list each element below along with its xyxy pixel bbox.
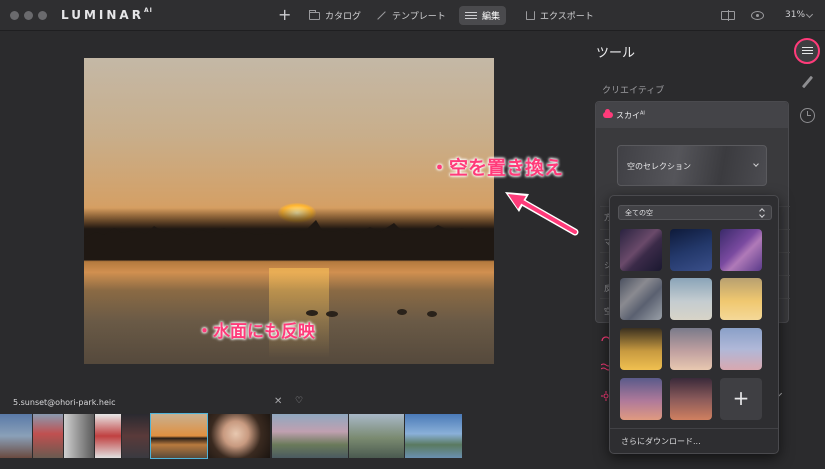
sky-selection-dropdown[interactable]: 空のセレクション [617,145,767,186]
filmstrip-thumbnail[interactable] [122,414,149,458]
sky-thumbnail[interactable] [670,378,712,420]
tab-edit-label: 編集 [482,12,501,22]
chevron-down-icon[interactable] [805,10,814,19]
app-logo: LUMINARAI [61,7,153,22]
sky-selection-label: 空のセレクション [627,162,691,171]
add-custom-sky-button[interactable]: + [720,378,762,420]
filmstrip-thumbnail[interactable] [208,414,270,458]
panel-title: ツール [596,46,636,61]
tab-templates[interactable]: テンプレート [370,6,452,25]
minimize-window-button[interactable] [24,11,33,20]
tab-export[interactable]: エクスポート [520,6,600,25]
folder-icon [309,9,320,20]
arrow-icon [505,192,579,236]
updown-chevron-icon [759,208,766,217]
filmstrip-thumbnail[interactable] [95,414,121,458]
cloud-icon [603,109,613,118]
sky-thumbnail[interactable] [620,229,662,271]
eye-icon[interactable] [751,11,764,20]
zoom-level[interactable]: 31% [785,10,805,20]
filmstrip-thumbnail[interactable] [349,414,404,458]
sky-selection-popup: 全ての空 + さらにダウンロード... [609,195,779,454]
filmstrip-thumbnail[interactable] [64,414,94,458]
maximize-window-button[interactable] [38,11,47,20]
sky-thumbnail[interactable] [670,278,712,320]
sky-thumbnail[interactable] [620,378,662,420]
favorite-button[interactable]: ♡ [295,396,303,406]
reject-button[interactable]: ✕ [274,396,282,407]
brush-icon[interactable] [800,75,814,89]
filmstrip-thumbnail[interactable] [33,414,63,458]
water-reflection-caption: ・水面にも反映 [196,322,315,342]
sky-tool-title: スカイAI [616,110,645,120]
filmstrip-thumbnail[interactable] [272,414,348,458]
add-photos-button[interactable]: + [278,5,291,24]
compare-icon[interactable] [721,10,735,21]
sky-thumbnail[interactable] [620,328,662,370]
divider [610,428,778,429]
adjust-tools-button[interactable] [794,38,820,64]
tab-catalog[interactable]: カタログ [303,6,367,25]
sky-category-select[interactable]: 全ての空 [618,205,772,220]
history-clock-icon[interactable] [800,108,815,123]
export-icon [526,11,535,20]
sky-category-label: 全ての空 [625,209,653,217]
sky-thumbnail[interactable] [670,229,712,271]
download-more-skies-link[interactable]: さらにダウンロード... [621,436,701,447]
section-label-creative: クリエイティブ [602,86,665,96]
chevron-down-icon [753,161,759,167]
filmstrip-thumbnail[interactable] [0,414,32,458]
top-bar: LUMINARAI + カタログ テンプレート 編集 エクスポート 31% [0,0,825,31]
tab-templates-label: テンプレート [392,12,446,22]
sky-thumbnail[interactable] [720,229,762,271]
tab-catalog-label: カタログ [325,12,362,22]
sky-thumbnail[interactable] [670,328,712,370]
current-filename: 5.sunset@ohori-park.heic [13,398,116,407]
sliders-icon [465,11,477,20]
tab-edit[interactable]: 編集 [459,6,507,25]
sky-tool-header[interactable]: スカイAI [596,102,788,128]
sky-thumbnail[interactable] [720,278,762,320]
magic-wand-icon [376,10,387,21]
treeline-silhouette [84,208,494,260]
close-window-button[interactable] [10,11,19,20]
filmstrip-thumbnail[interactable] [405,414,462,458]
ducks-silhouette [306,309,437,317]
tab-export-label: エクスポート [540,12,594,22]
sky-thumbnail[interactable] [720,328,762,370]
sky-replace-caption: ・空を置き換え [430,157,564,179]
sky-thumbnail[interactable] [620,278,662,320]
filmstrip-thumbnail-selected[interactable] [150,413,208,459]
